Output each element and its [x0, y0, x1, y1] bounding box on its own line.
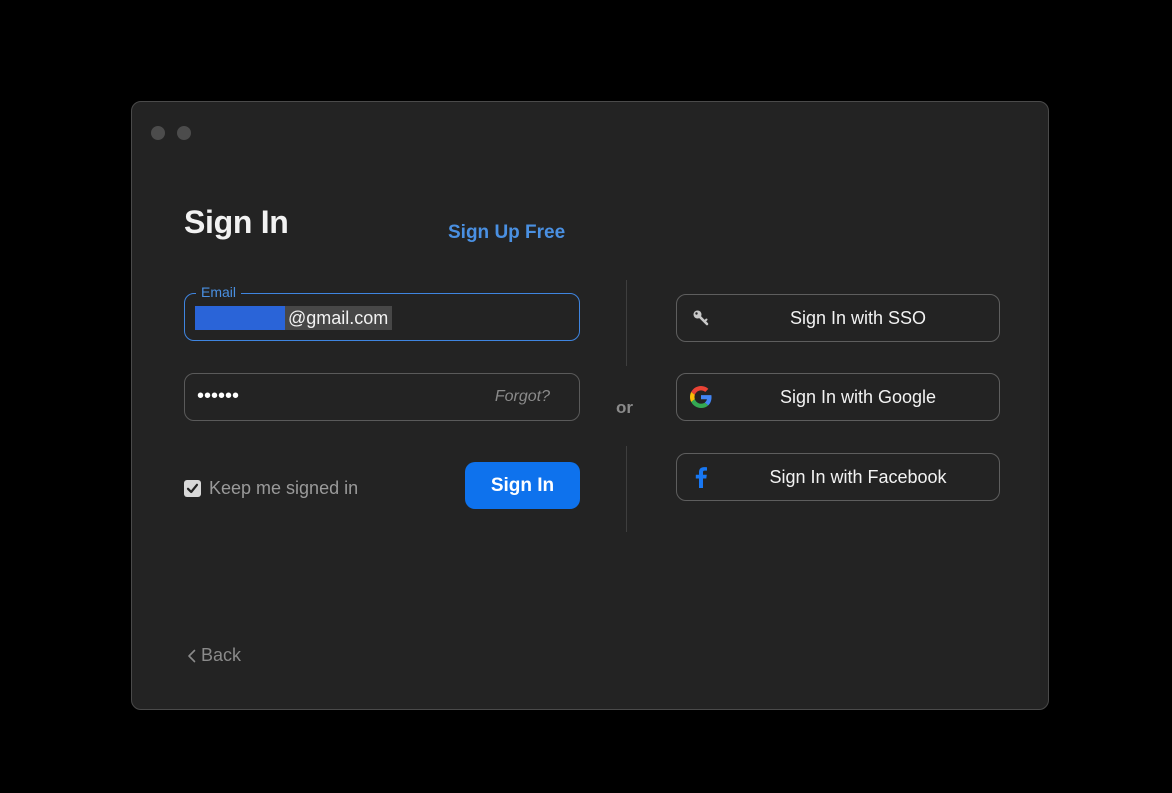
checkmark-icon — [186, 483, 199, 494]
window-controls — [151, 126, 191, 140]
signup-free-link[interactable]: Sign Up Free — [448, 222, 565, 244]
sign-in-sso-button[interactable]: Sign In with SSO — [676, 294, 1000, 342]
close-window-button[interactable] — [151, 126, 165, 140]
divider-line-bottom — [626, 446, 627, 532]
chevron-left-icon — [188, 649, 196, 662]
sign-in-button[interactable]: Sign In — [465, 462, 580, 509]
sso-button-label: Sign In with SSO — [789, 307, 927, 328]
facebook-icon — [689, 454, 713, 500]
sign-in-google-button[interactable]: Sign In with Google — [676, 373, 1000, 421]
key-icon — [689, 295, 713, 341]
email-value: @gmail.com — [195, 306, 393, 330]
keep-signed-in-label: Keep me signed in — [209, 478, 359, 498]
facebook-button-label: Sign In with Facebook — [769, 466, 947, 487]
screen-background: Sign In Sign Up Free Email @gmail.com ••… — [0, 0, 1172, 793]
google-button-label: Sign In with Google — [779, 386, 937, 407]
divider-line-top — [626, 280, 627, 366]
redacted-block — [195, 306, 285, 330]
keep-signed-in-checkbox[interactable] — [184, 480, 201, 497]
google-icon — [689, 374, 713, 420]
minimize-window-button[interactable] — [177, 126, 191, 140]
sign-in-facebook-button[interactable]: Sign In with Facebook — [676, 453, 1000, 501]
page-title: Sign In — [184, 204, 289, 240]
forgot-password-link[interactable]: Forgot? — [495, 388, 550, 406]
email-field[interactable]: Email @gmail.com — [184, 283, 580, 341]
back-button[interactable]: Back — [187, 645, 241, 666]
email-field-label: Email — [196, 283, 242, 301]
keep-signed-in-row[interactable]: Keep me signed in — [184, 478, 358, 499]
or-label: or — [616, 398, 633, 417]
email-domain-text: @gmail.com — [288, 307, 389, 328]
signin-window: Sign In Sign Up Free Email @gmail.com ••… — [131, 101, 1049, 710]
password-mask: •••••• — [197, 385, 240, 407]
password-field[interactable]: •••••• Forgot? — [184, 373, 580, 421]
back-label: Back — [201, 645, 242, 665]
